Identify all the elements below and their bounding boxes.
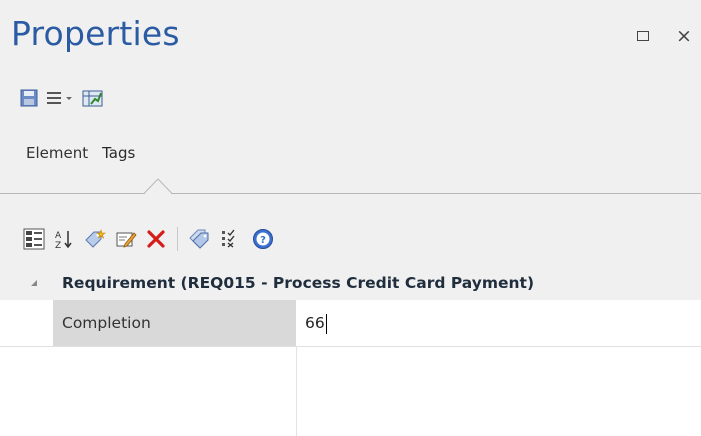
delete-tag-icon[interactable] <box>145 227 167 251</box>
menu-icon[interactable] <box>46 86 74 110</box>
tag-values-icon[interactable] <box>188 227 210 251</box>
edit-tag-icon[interactable] <box>115 227 137 251</box>
tab-tags[interactable]: Tags <box>102 144 149 162</box>
table-row: Completion 66 <box>0 300 701 347</box>
property-grid: Completion 66 <box>0 300 701 436</box>
row-indent <box>0 300 53 346</box>
collapse-icon[interactable] <box>31 280 37 286</box>
save-icon[interactable] <box>20 86 38 110</box>
close-icon[interactable]: × <box>676 27 692 46</box>
sort-alphabetical-icon[interactable]: A Z <box>53 227 75 251</box>
tab-underline <box>0 193 701 194</box>
help-icon[interactable]: ? <box>252 227 274 251</box>
chart-icon[interactable] <box>82 86 104 110</box>
tab-element[interactable]: Element <box>26 144 102 162</box>
column-divider <box>296 346 297 436</box>
svg-text:Z: Z <box>55 241 61 250</box>
svg-text:?: ? <box>260 235 266 246</box>
categorized-view-icon[interactable] <box>23 227 45 251</box>
tags-toolbar: A Z ? <box>23 227 274 251</box>
maximize-icon[interactable] <box>637 31 649 41</box>
properties-panel: Properties × Element Tags A Z ? Requirem… <box>0 0 701 436</box>
property-name[interactable]: Completion <box>53 300 296 346</box>
new-tag-icon[interactable] <box>83 227 107 251</box>
group-header[interactable]: Requirement (REQ015 - Process Credit Car… <box>0 266 701 300</box>
group-label: Requirement (REQ015 - Process Credit Car… <box>62 274 535 292</box>
property-value: 66 <box>305 314 325 332</box>
top-toolbar <box>20 86 104 110</box>
active-tab-indicator <box>144 178 172 194</box>
text-cursor <box>325 313 327 334</box>
tab-strip: Element Tags <box>26 144 149 162</box>
toolbar-separator <box>177 227 178 251</box>
panel-title: Properties <box>11 14 180 53</box>
checklist-icon[interactable] <box>220 227 242 251</box>
property-value-field[interactable]: 66 <box>297 300 701 346</box>
svg-text:A: A <box>55 231 62 241</box>
